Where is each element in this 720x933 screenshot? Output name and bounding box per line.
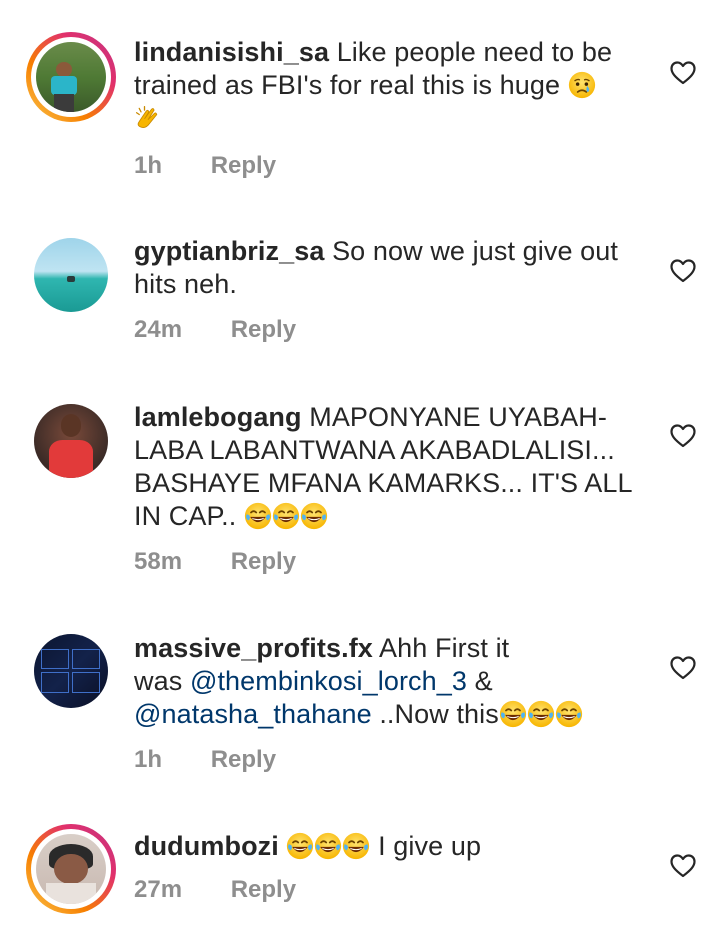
avatar-story-ring[interactable] xyxy=(26,32,116,122)
comment-username[interactable]: gyptianbriz_sa xyxy=(134,236,324,266)
comment-body: LABA LABANTWANA AKABADLALISI... xyxy=(134,435,615,465)
tears-of-joy-icon xyxy=(272,502,300,530)
comment-timestamp: 58m xyxy=(134,548,183,575)
mention-link[interactable]: @thembinkosi_lorch_3 xyxy=(190,666,467,696)
comment-meta: 27m Reply xyxy=(134,876,296,904)
like-heart-icon[interactable] xyxy=(670,854,696,878)
comment-body: IN CAP.. xyxy=(134,501,237,531)
avatar[interactable] xyxy=(34,238,108,312)
reply-button[interactable]: Reply xyxy=(231,548,296,576)
avatar[interactable] xyxy=(34,404,108,478)
tears-of-joy-icon xyxy=(314,832,342,860)
comment-timestamp: 24m xyxy=(134,316,183,343)
comment-timestamp: 27m xyxy=(134,876,183,903)
comment-meta: 58m Reply xyxy=(134,548,296,576)
avatar[interactable] xyxy=(34,634,108,708)
comment-body: & xyxy=(474,666,493,696)
comment-username[interactable]: dudumbozi xyxy=(134,831,279,861)
comment-text: lamlebogang MAPONYANE UYABAH- LABA LABAN… xyxy=(134,401,644,533)
reply-button[interactable]: Reply xyxy=(231,876,296,904)
reply-button[interactable]: Reply xyxy=(211,746,276,774)
reply-button[interactable]: Reply xyxy=(211,152,276,180)
comment-meta: 1h Reply xyxy=(134,746,276,774)
avatar xyxy=(36,42,106,112)
reply-button[interactable]: Reply xyxy=(231,316,296,344)
tears-of-joy-icon xyxy=(244,502,272,530)
comment-body: was xyxy=(134,666,183,696)
like-heart-icon[interactable] xyxy=(670,656,696,680)
tears-of-joy-icon xyxy=(499,700,527,728)
comment-body: MAPONYANE UYABAH- xyxy=(309,402,607,432)
comment-body: I give up xyxy=(378,831,482,861)
comment-username[interactable]: lindanisishi_sa xyxy=(134,37,329,67)
like-heart-icon[interactable] xyxy=(670,424,696,448)
comment-meta: 1h Reply xyxy=(134,152,276,180)
comment-username[interactable]: massive_profits.fx xyxy=(134,633,373,663)
comment-timestamp: 1h xyxy=(134,746,163,773)
comment-body: BASHAYE MFANA KAMARKS... IT'S ALL xyxy=(134,468,633,498)
like-heart-icon[interactable] xyxy=(670,61,696,85)
comment-meta: 24m Reply xyxy=(134,316,296,344)
tears-of-joy-icon xyxy=(555,700,583,728)
comment-body: ..Now this xyxy=(379,699,499,729)
crying-face-icon xyxy=(568,71,596,99)
avatar-story-ring[interactable] xyxy=(26,824,116,914)
comment-text: gyptianbriz_sa So now we just give out h… xyxy=(134,235,644,301)
comment-body: Ahh First it xyxy=(379,633,510,663)
mention-link[interactable]: @natasha_thahane xyxy=(134,699,372,729)
comment-text: dudumbozi I give up xyxy=(134,830,644,863)
comment-username[interactable]: lamlebogang xyxy=(134,402,302,432)
tears-of-joy-icon xyxy=(342,832,370,860)
like-heart-icon[interactable] xyxy=(670,259,696,283)
comment-text: lindanisishi_sa Like people need to be t… xyxy=(134,36,644,135)
comment-timestamp: 1h xyxy=(134,152,163,179)
avatar xyxy=(36,834,106,904)
tears-of-joy-icon xyxy=(527,700,555,728)
tears-of-joy-icon xyxy=(300,502,328,530)
tears-of-joy-icon xyxy=(286,832,314,860)
clapping-hands-icon xyxy=(134,104,162,132)
comment-text: massive_profits.fx Ahh First it was @the… xyxy=(134,632,644,731)
